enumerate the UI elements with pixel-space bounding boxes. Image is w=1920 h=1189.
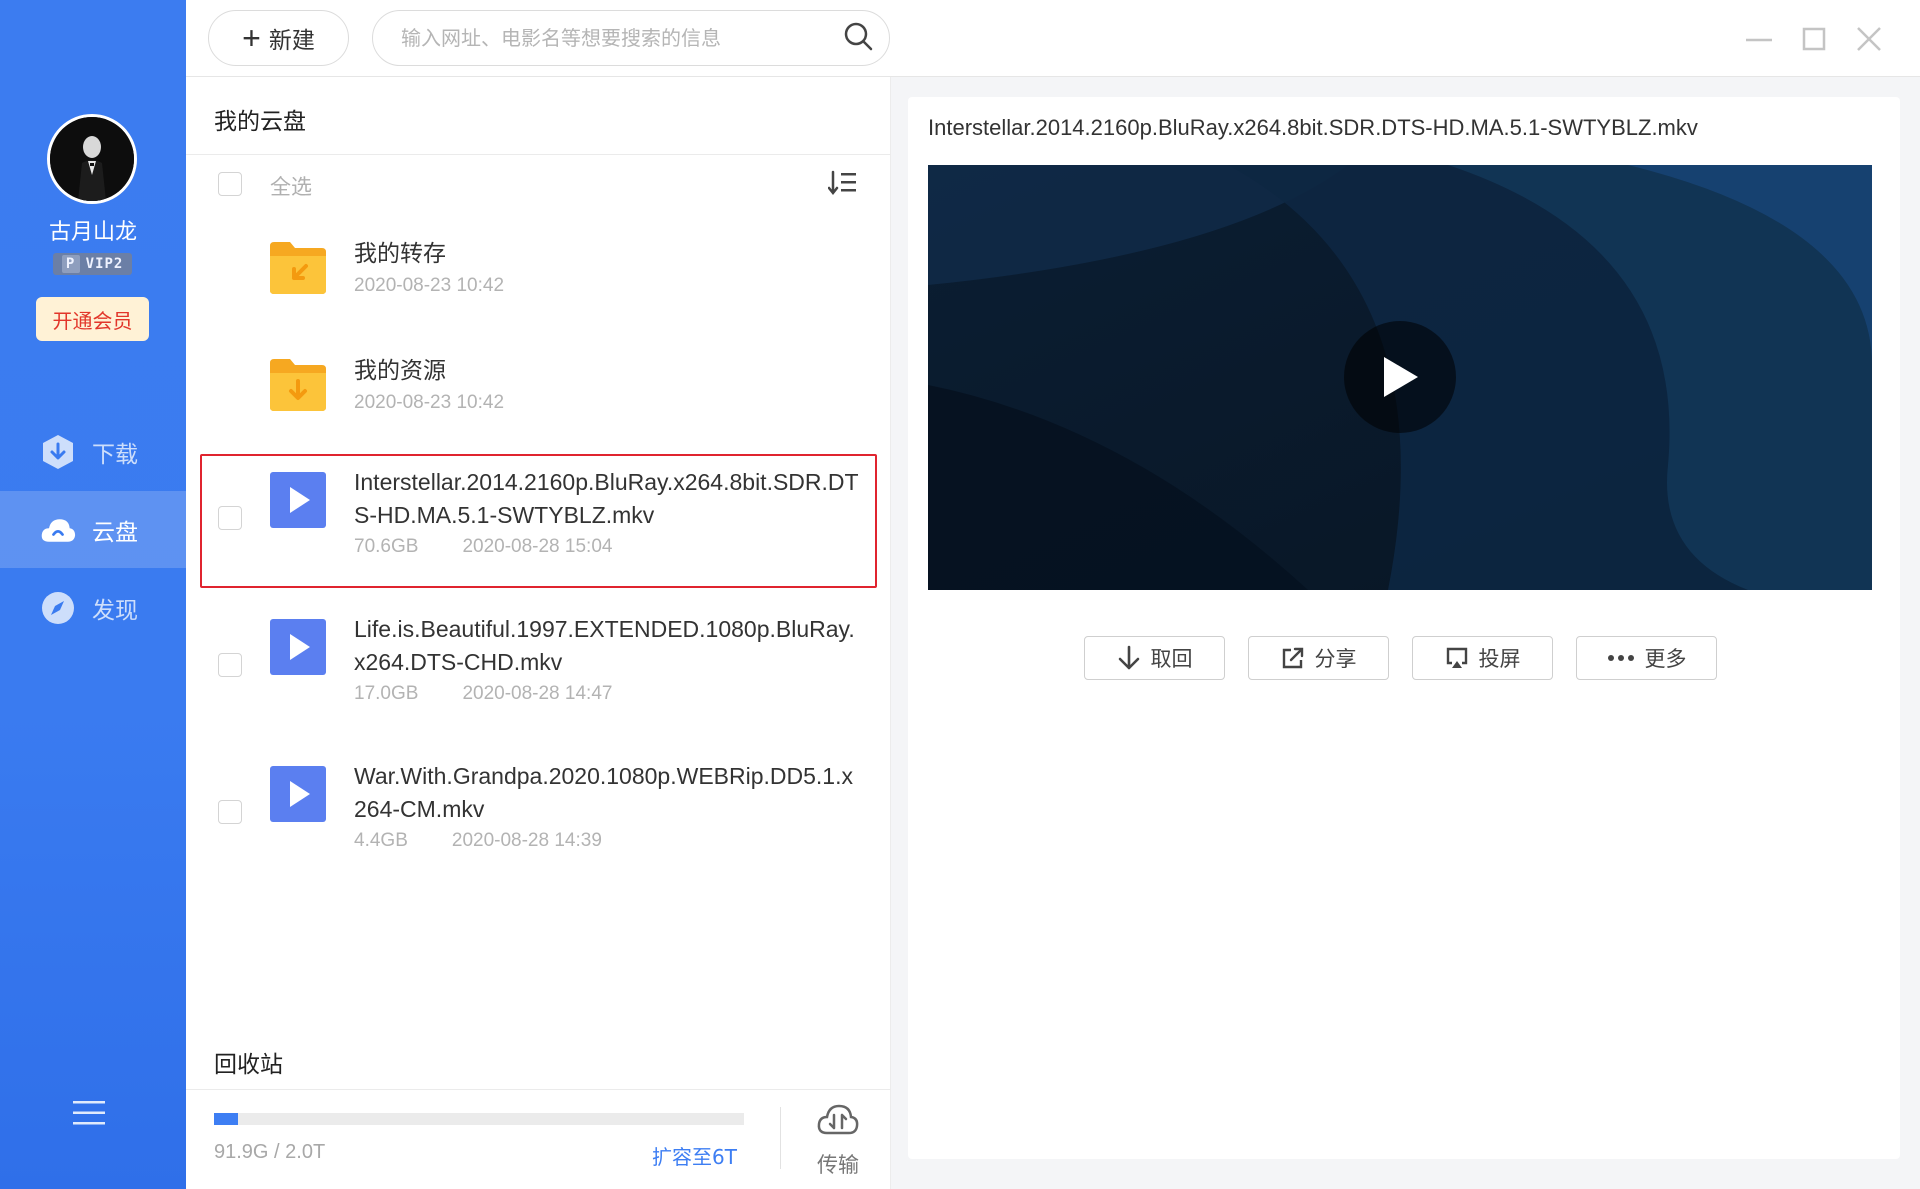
file-date: 2020-08-23 10:42 <box>354 392 504 413</box>
vertical-divider <box>780 1107 781 1169</box>
download-shield-icon <box>40 434 76 470</box>
minimize-icon[interactable] <box>1742 22 1776 56</box>
file-meta: 17.0GB 2020-08-28 14:47 <box>354 683 612 705</box>
panel-title: 我的云盘 <box>214 102 306 136</box>
nav-label-discover: 发现 <box>92 591 138 625</box>
folder-download-icon <box>270 355 326 411</box>
select-all-checkbox[interactable] <box>218 172 242 196</box>
list-item-folder-transfer[interactable]: 我的转存 2020-08-23 10:42 <box>186 227 891 337</box>
transfer-cloud-icon[interactable] <box>816 1101 860 1141</box>
plus-icon: + <box>242 22 261 54</box>
video-player[interactable] <box>928 165 1872 590</box>
item-checkbox[interactable] <box>218 506 242 530</box>
avatar[interactable] <box>47 114 137 204</box>
list-item-folder-resource[interactable]: 我的资源 2020-08-23 10:42 <box>186 344 891 454</box>
file-meta: 4.4GB 2020-08-28 14:39 <box>354 830 602 852</box>
retrieve-label: 取回 <box>1151 643 1193 673</box>
file-list-panel: 我的云盘 全选 我的转存 2020-08-23 10:42 <box>186 77 891 1189</box>
search-icon[interactable] <box>843 21 873 55</box>
file-date: 2020-08-23 10:42 <box>354 275 504 296</box>
file-meta: 2020-08-23 10:42 <box>354 392 504 414</box>
maximize-icon[interactable] <box>1797 22 1831 56</box>
file-meta: 70.6GB 2020-08-28 15:04 <box>354 536 612 558</box>
cloud-icon <box>40 512 76 548</box>
file-size: 17.0GB <box>354 683 418 704</box>
new-button-label: 新建 <box>269 21 315 55</box>
retrieve-button[interactable]: 取回 <box>1084 636 1225 680</box>
file-name: War.With.Grandpa.2020.1080p.WEBRip.DD5.1… <box>354 760 864 826</box>
cast-button[interactable]: 投屏 <box>1412 636 1553 680</box>
cast-label: 投屏 <box>1479 643 1521 673</box>
list-item-video-life-is-beautiful[interactable]: Life.is.Beautiful.1997.EXTENDED.1080p.Bl… <box>186 601 891 735</box>
cast-icon <box>1445 646 1469 670</box>
file-name: 我的转存 <box>354 237 864 270</box>
search-input[interactable] <box>401 26 843 50</box>
file-meta: 2020-08-23 10:42 <box>354 275 504 297</box>
storage-progress-fill <box>214 1113 238 1125</box>
play-button[interactable] <box>1344 321 1456 433</box>
nav-item-discover[interactable]: 发现 <box>0 569 186 646</box>
vip-badge: P VIP2 <box>53 253 132 275</box>
file-name: Life.is.Beautiful.1997.EXTENDED.1080p.Bl… <box>354 613 864 679</box>
recycle-bin-link[interactable]: 回收站 <box>214 1045 283 1079</box>
nav-item-cloud[interactable]: 云盘 <box>0 491 186 568</box>
more-icon <box>1607 654 1635 662</box>
file-date: 2020-08-28 14:39 <box>452 830 602 851</box>
file-size: 4.4GB <box>354 830 408 851</box>
select-all-label: 全选 <box>270 171 312 201</box>
share-icon <box>1281 646 1305 670</box>
file-date: 2020-08-28 15:04 <box>462 536 612 557</box>
file-size: 70.6GB <box>354 536 418 557</box>
title-divider <box>186 154 891 155</box>
share-label: 分享 <box>1315 643 1357 673</box>
preview-title: Interstellar.2014.2160p.BluRay.x264.8bit… <box>928 115 1698 141</box>
file-date: 2020-08-28 14:47 <box>462 683 612 704</box>
new-button[interactable]: + 新建 <box>208 10 349 66</box>
open-member-button[interactable]: 开通会员 <box>36 297 149 341</box>
nav-label-cloud: 云盘 <box>92 513 138 547</box>
vip-prefix: P <box>62 255 80 273</box>
item-checkbox[interactable] <box>218 653 242 677</box>
vip-level: VIP2 <box>86 256 124 272</box>
arrow-down-icon <box>1117 645 1141 671</box>
nav-label-download: 下载 <box>92 435 138 469</box>
video-file-icon <box>270 619 326 675</box>
more-button[interactable]: 更多 <box>1576 636 1717 680</box>
menu-icon[interactable] <box>73 1100 105 1126</box>
item-checkbox[interactable] <box>218 800 242 824</box>
search-box <box>372 10 890 66</box>
storage-progress-bar <box>214 1113 744 1125</box>
list-item-video-interstellar[interactable]: Interstellar.2014.2160p.BluRay.x264.8bit… <box>186 454 891 588</box>
close-icon[interactable] <box>1852 22 1886 56</box>
video-file-icon <box>270 472 326 528</box>
transfer-label[interactable]: 传输 <box>816 1149 860 1179</box>
list-item-video-war-with-grandpa[interactable]: War.With.Grandpa.2020.1080p.WEBRip.DD5.1… <box>186 748 891 882</box>
compass-icon <box>40 590 76 626</box>
nav-item-download[interactable]: 下载 <box>0 413 186 490</box>
expand-storage-link[interactable]: 扩容至6T <box>652 1141 737 1170</box>
share-button[interactable]: 分享 <box>1248 636 1389 680</box>
sort-icon[interactable] <box>828 170 858 196</box>
username: 古月山龙 <box>0 214 186 246</box>
folder-transfer-icon <box>270 238 326 294</box>
play-icon <box>1378 353 1422 401</box>
preview-card: Interstellar.2014.2160p.BluRay.x264.8bit… <box>908 97 1900 1159</box>
video-file-icon <box>270 766 326 822</box>
sidebar: 古月山龙 P VIP2 开通会员 下载 云盘 发现 <box>0 0 186 1189</box>
file-name: Interstellar.2014.2160p.BluRay.x264.8bit… <box>354 466 864 532</box>
more-label: 更多 <box>1645 643 1687 673</box>
avatar-image <box>50 117 134 201</box>
storage-usage-text: 91.9G / 2.0T <box>214 1141 325 1164</box>
recycle-divider <box>186 1089 891 1090</box>
file-name: 我的资源 <box>354 354 864 387</box>
